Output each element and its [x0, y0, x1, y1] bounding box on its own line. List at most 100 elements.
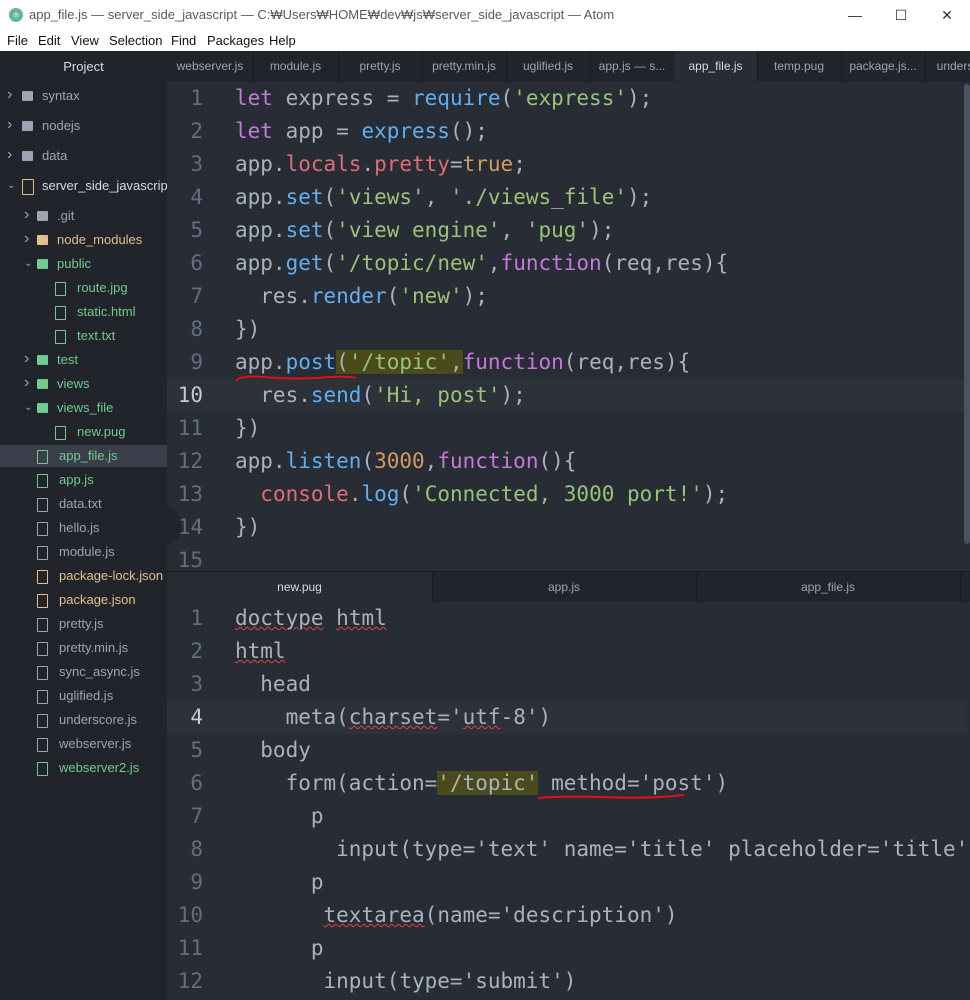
code-token: '/topic'	[348, 350, 450, 374]
code-line[interactable]: 11 p	[167, 932, 967, 965]
tree-item-test[interactable]: › test	[0, 349, 167, 371]
code-line[interactable]: 11})	[167, 412, 967, 445]
tab-module-js[interactable]: module.js	[253, 51, 339, 81]
tab-package-js[interactable]: package.js...	[841, 51, 926, 81]
code-line[interactable]: 7 res.render('new');	[167, 280, 967, 313]
tree-item-git[interactable]: › .git	[0, 205, 167, 227]
tree-item-pretty-js[interactable]: pretty.js	[0, 613, 167, 635]
code-line[interactable]: 1 let express = require('express');	[167, 82, 967, 115]
maximize-button[interactable]: ☐	[878, 0, 924, 30]
tree-item-route-jpg[interactable]: route.jpg	[0, 277, 167, 299]
tree-item-uglified-js[interactable]: uglified.js	[0, 685, 167, 707]
code-token: ,	[449, 350, 463, 374]
top-editor-pane[interactable]: 1 let express = require('express'); 2 let a…	[167, 82, 967, 571]
tab-app-file-js[interactable]: app_file.js	[696, 572, 961, 602]
tab-app-js-s[interactable]: app.js — s...	[590, 51, 675, 81]
tree-item-webserver2-js[interactable]: webserver2.js	[0, 757, 167, 779]
menu-view[interactable]: View	[71, 33, 99, 48]
code-line[interactable]: 6 app.get('/topic/new',function(req,res){	[167, 247, 967, 280]
menu-selection[interactable]: Selection	[109, 33, 162, 48]
tree-item-static-html[interactable]: static.html	[0, 301, 167, 323]
tab-temp-pug[interactable]: temp.pug	[757, 51, 842, 81]
code-line[interactable]: 10 res.send('Hi, post');	[167, 379, 967, 412]
code-line[interactable]: 8})	[167, 313, 967, 346]
code-line[interactable]: 9 p	[167, 866, 967, 899]
menu-edit[interactable]: Edit	[38, 33, 60, 48]
code-line[interactable]: 7 p	[167, 800, 967, 833]
bottom-editor-pane[interactable]: 1 doctype html 2 html 3 head 4 meta(charset='…	[167, 602, 967, 1000]
tree-item-data[interactable]: › data	[0, 145, 167, 167]
chevron-right-icon[interactable]: ›	[7, 84, 17, 106]
code-line[interactable]: 8 input(type='text' name='title' placeho…	[167, 833, 967, 866]
tree-item-views-file[interactable]: ⌄ views_file	[0, 397, 167, 419]
top-editor-scrollbar[interactable]	[964, 84, 970, 544]
tab-app-file-js[interactable]: app_file.js	[674, 51, 758, 81]
code-line[interactable]: 2 let app = express();	[167, 115, 967, 148]
code-line[interactable]: 12 input(type='submit')	[167, 965, 967, 998]
menu-file[interactable]: File	[7, 33, 28, 48]
chevron-right-icon[interactable]: ›	[24, 204, 34, 226]
code-line[interactable]: 13 console.log('Connected, 3000 port!');	[167, 478, 967, 511]
code-line[interactable]: 4 meta(charset='utf-8')	[167, 701, 967, 734]
code-line[interactable]: 3 app.locals.pretty=true;	[167, 148, 967, 181]
code-line[interactable]: 12 app.listen(3000,function(){	[167, 445, 967, 478]
tree-item-module-js[interactable]: module.js	[0, 541, 167, 563]
tree-item-node-modules[interactable]: › node_modules	[0, 229, 167, 251]
tree-item-app-js[interactable]: app.js	[0, 469, 167, 491]
file-icon	[55, 282, 66, 296]
code-token: app.	[235, 218, 286, 242]
tree-item-views[interactable]: › views	[0, 373, 167, 395]
tree-item-data-txt[interactable]: data.txt	[0, 493, 167, 515]
tab-pretty-js[interactable]: pretty.js	[338, 51, 423, 81]
chevron-down-icon[interactable]: ⌄	[24, 253, 34, 275]
code-line[interactable]: 9 app.post('/topic',function(req,res){	[167, 346, 967, 379]
tree-item-syntax[interactable]: › syntax	[0, 85, 167, 107]
code-line[interactable]: 15	[167, 544, 967, 571]
tree-item-sync-async-js[interactable]: sync_async.js	[0, 661, 167, 683]
code-token: ;	[513, 152, 526, 176]
tab-unders[interactable]: unders	[925, 51, 970, 81]
chevron-right-icon[interactable]: ›	[24, 372, 34, 394]
minimize-button[interactable]: —	[832, 0, 878, 30]
line-number: 5	[190, 738, 203, 762]
tree-item-package-lock-json[interactable]: package-lock.json	[0, 565, 167, 587]
tree-item-server-side-javascript[interactable]: ⌄ server_side_javascript	[0, 175, 171, 197]
code-line[interactable]: 3 head	[167, 668, 967, 701]
chevron-right-icon[interactable]: ›	[24, 228, 34, 250]
tab-uglified-js[interactable]: uglified.js	[506, 51, 591, 81]
chevron-down-icon[interactable]: ⌄	[7, 175, 17, 197]
tree-item-underscore-js[interactable]: underscore.js	[0, 709, 167, 731]
code-line[interactable]: 5 body	[167, 734, 967, 767]
tree-item-webserver-js[interactable]: webserver.js	[0, 733, 167, 755]
tab-app-js[interactable]: app.js	[432, 572, 697, 602]
folder-icon	[37, 235, 48, 245]
tree-item-text-txt[interactable]: text.txt	[0, 325, 167, 347]
chevron-right-icon[interactable]: ›	[24, 348, 34, 370]
code-line[interactable]: 4 app.set('views', './views_file');	[167, 181, 967, 214]
tree-item-nodejs[interactable]: › nodejs	[0, 115, 167, 137]
tree-item-app-file-js[interactable]: app_file.js	[0, 445, 167, 467]
tree-item-hello-js[interactable]: hello.js	[0, 517, 167, 539]
chevron-right-icon[interactable]: ›	[7, 144, 17, 166]
tab-webserver-js[interactable]: webserver.js	[167, 51, 254, 81]
tree-item-public[interactable]: ⌄ public	[0, 253, 167, 275]
tree-item-pretty-min-js[interactable]: pretty.min.js	[0, 637, 167, 659]
chevron-down-icon[interactable]: ⌄	[24, 397, 34, 419]
chevron-right-icon[interactable]: ›	[7, 114, 17, 136]
tree-item-new-pug[interactable]: new.pug	[0, 421, 167, 443]
code-line[interactable]: 1 doctype html	[167, 602, 967, 635]
code-line[interactable]: 14})	[167, 511, 967, 544]
menu-packages[interactable]: Packages	[207, 33, 264, 48]
line-number: 10	[177, 383, 203, 407]
tab-pretty-min-js[interactable]: pretty.min.js	[422, 51, 507, 81]
code-token: 3000	[374, 449, 425, 473]
tree-item-package-json[interactable]: package.json	[0, 589, 167, 611]
code-line[interactable]: 2 html	[167, 635, 967, 668]
menu-find[interactable]: Find	[171, 33, 196, 48]
code-line[interactable]: 6 form(action='/topic' method='post')	[167, 767, 967, 800]
code-line[interactable]: 5 app.set('view engine', 'pug');	[167, 214, 967, 247]
code-line[interactable]: 10 textarea(name='description')	[167, 899, 967, 932]
tab-new-pug[interactable]: new.pug	[167, 572, 433, 602]
close-button[interactable]: ✕	[924, 0, 970, 30]
menu-help[interactable]: Help	[269, 33, 296, 48]
